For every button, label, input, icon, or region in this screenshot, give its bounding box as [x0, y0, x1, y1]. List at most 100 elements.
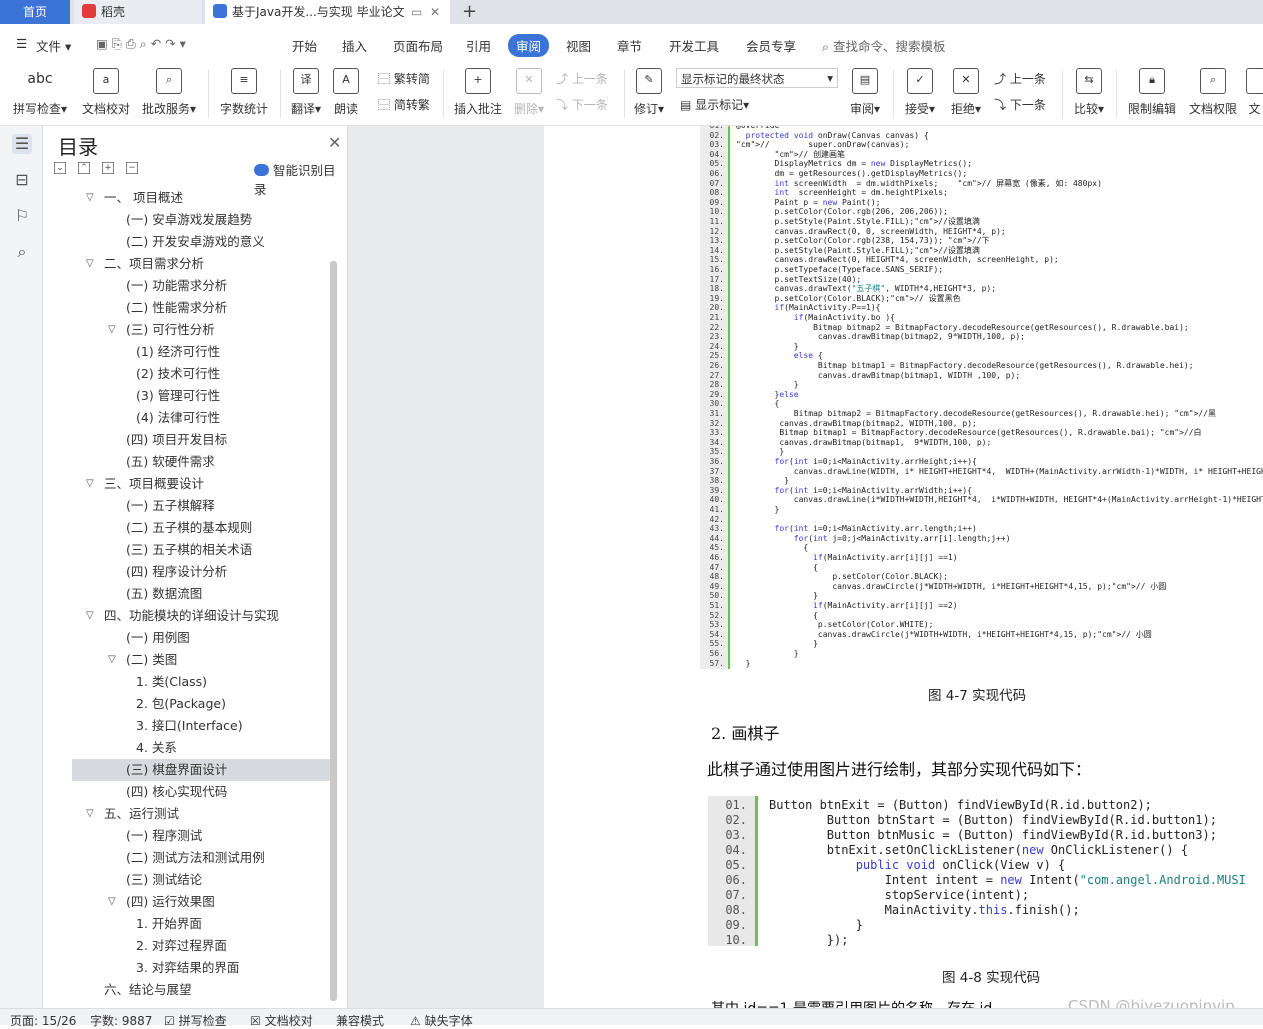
toc-item[interactable]: (五) 软硬件需求 [72, 451, 332, 473]
toc-item[interactable]: (一) 五子棋解释 [72, 495, 332, 517]
chevron-down-icon[interactable]: ▽ [108, 649, 116, 671]
restrict-editing-button[interactable]: 🔒︎ 限制编辑 [1124, 68, 1180, 117]
menu-view[interactable]: 视图 [566, 36, 591, 55]
word-count[interactable]: 字数: 9887 [90, 1012, 152, 1029]
chevron-down-icon[interactable]: ▽ [108, 891, 116, 913]
track-changes-button[interactable]: ✎ 修订▾ [630, 68, 668, 117]
chevron-down-icon[interactable]: ▽ [86, 187, 94, 209]
read-aloud-button[interactable]: A 朗读 [330, 68, 362, 117]
menu-chapter[interactable]: 章节 [617, 36, 642, 55]
toc-item[interactable]: (三) 测试结论 [72, 869, 332, 891]
prev-comment-button[interactable]: ⤴ 上一条 [556, 70, 608, 87]
document-permission-button[interactable]: ⌕ 文档权限 [1186, 68, 1240, 117]
toc-item[interactable]: 1. 类(Class) [72, 671, 332, 693]
menu-devtools[interactable]: 开发工具 [669, 36, 719, 55]
menu-references[interactable]: 引用 [466, 36, 491, 55]
toc-item[interactable]: 2. 对弈过程界面 [72, 935, 332, 957]
chevron-down-icon[interactable]: ▽ [108, 319, 116, 341]
prev-change-button[interactable]: ⤴ 上一条 [994, 70, 1046, 87]
toc-item[interactable]: ▽ (三) 可行性分析 [72, 319, 332, 341]
toc-item[interactable]: (四) 程序设计分析 [72, 561, 332, 583]
toc-item[interactable]: (一) 用例图 [72, 627, 332, 649]
toc-item[interactable]: (四) 项目开发目标 [72, 429, 332, 451]
spell-check-status[interactable]: ☑ 拼写检查 [164, 1012, 227, 1029]
proofread-button[interactable]: a 文档校对 [80, 68, 132, 117]
toc-item[interactable]: 3. 接口(Interface) [72, 715, 332, 737]
tab-home[interactable]: 首页 [0, 0, 70, 24]
toc-item[interactable]: 六、结论与展望 [72, 979, 332, 1001]
accept-button[interactable]: ✓ 接受▾ [900, 68, 940, 117]
review-pane-button[interactable]: ▤ 审阅▾ [846, 68, 884, 117]
chevron-down-icon[interactable]: ▽ [86, 253, 94, 275]
toc-item[interactable]: ▽ 二、项目需求分析 [72, 253, 332, 275]
page-indicator[interactable]: 页面: 15/26 [10, 1012, 76, 1029]
batch-service-button[interactable]: ⌕ 批改服务▾ [140, 68, 198, 117]
toc-item[interactable]: (一) 功能需求分析 [72, 275, 332, 297]
toc-item[interactable]: ▽ (二) 类图 [72, 649, 332, 671]
toc-panel-icon[interactable]: ☰ [12, 134, 32, 154]
proofread-status[interactable]: ☒ 文档校对 [250, 1012, 313, 1029]
toc-item[interactable]: (4) 法律可行性 [72, 407, 332, 429]
document-page[interactable]: 01.02.03.04.05.06.07.08.09.10.11.12.13.1… [544, 126, 1263, 1008]
section-panel-icon[interactable]: ⊟ [12, 170, 32, 190]
trad-to-simp-button[interactable]: ⿱ 繁转简 [378, 70, 430, 87]
toc-item[interactable]: (二) 测试方法和测试用例 [72, 847, 332, 869]
delete-comment-button[interactable]: ✕ 删除▾ [512, 68, 546, 117]
toc-item[interactable]: 4. 关系 [72, 737, 332, 759]
menu-insert[interactable]: 插入 [342, 36, 367, 55]
toc-item[interactable]: 3. 对弈结果的界面 [72, 957, 332, 979]
reject-button[interactable]: ✕ 拒绝▾ [946, 68, 986, 117]
menu-file[interactable]: 文件 ▾ [36, 36, 71, 55]
missing-font-status[interactable]: ⚠ 缺失字体 [410, 1012, 473, 1029]
simp-to-trad-button[interactable]: ⿱ 简转繁 [378, 96, 430, 113]
menu-start[interactable]: 开始 [292, 36, 317, 55]
menu-member[interactable]: 会员专享 [746, 36, 796, 55]
markup-state-select[interactable]: 显示标记的最终状态 ▾ [676, 68, 838, 88]
close-tab-icon[interactable]: ✕ [430, 0, 440, 24]
toc-item[interactable]: (1) 经济可行性 [72, 341, 332, 363]
toc-item[interactable]: (二) 性能需求分析 [72, 297, 332, 319]
toc-item[interactable]: (二) 五子棋的基本规则 [72, 517, 332, 539]
toc-item[interactable]: 2. 包(Package) [72, 693, 332, 715]
chevron-down-icon[interactable]: ▽ [86, 803, 94, 825]
show-markup-button[interactable]: ▤ 显示标记▾ [680, 96, 749, 113]
toc-item[interactable]: (2) 技术可行性 [72, 363, 332, 385]
close-icon[interactable]: ✕ [328, 133, 341, 152]
chevron-down-icon[interactable]: ▽ [86, 605, 94, 627]
command-search[interactable]: ⌕ 查找命令、搜索模板 [822, 36, 946, 55]
toc-item[interactable]: (一) 程序测试 [72, 825, 332, 847]
toc-item[interactable]: (三) 五子棋的相关术语 [72, 539, 332, 561]
toc-item[interactable]: ▽ (四) 运行效果图 [72, 891, 332, 913]
toc-item[interactable]: (四) 核心实现代码 [72, 781, 332, 803]
new-tab-icon[interactable]: + [462, 1, 477, 22]
bookmark-icon[interactable]: ⚐ [12, 206, 32, 226]
compare-button[interactable]: ⇆ 比较▾ [1070, 68, 1108, 117]
toc-item[interactable]: ▽ 五、运行测试 [72, 803, 332, 825]
toc-item[interactable]: (五) 数据流图 [72, 583, 332, 605]
expand-all-icon[interactable]: ⌄ [54, 162, 66, 174]
add-heading-icon[interactable]: + [102, 162, 114, 174]
toc-item[interactable]: (3) 管理可行性 [72, 385, 332, 407]
insert-comment-button[interactable]: + 插入批注 [452, 68, 504, 117]
tab-docer[interactable]: 稻壳 [74, 0, 202, 24]
toc-item[interactable]: ▽ 一、 项目概述 [72, 187, 332, 209]
next-comment-button[interactable]: ⤵ 下一条 [556, 96, 608, 113]
window-icon[interactable]: ▭ [411, 0, 422, 24]
toc-item[interactable]: (一) 安卓游戏发展趋势 [72, 209, 332, 231]
quick-access-icons[interactable]: ▣ ⎘ ⎙ ⌕ ↶ ↷ ▾ [96, 36, 186, 52]
next-change-button[interactable]: ⤵ 下一条 [994, 96, 1046, 113]
menu-review[interactable]: 审阅 [508, 34, 550, 57]
spell-check-button[interactable]: abc 拼写检查▾ [12, 68, 68, 117]
menu-layout[interactable]: 页面布局 [393, 36, 443, 55]
toc-scrollbar[interactable] [330, 261, 337, 1001]
toc-item[interactable]: ▽ 四、功能模块的详细设计与实现 [72, 605, 332, 627]
toc-item[interactable]: (二) 开发安卓游戏的意义 [72, 231, 332, 253]
toc-item[interactable]: (三) 棋盘界面设计 [72, 759, 332, 781]
chevron-down-icon[interactable]: ▽ [86, 473, 94, 495]
search-icon[interactable]: ⌕ [12, 242, 32, 262]
translate-button[interactable]: 译翻译▾ [286, 68, 326, 117]
toc-item[interactable]: 1. 开始界面 [72, 913, 332, 935]
collapse-all-icon[interactable]: ⌃ [78, 162, 90, 174]
tab-document[interactable]: 基于Java开发...与实现 毕业论文 ▭ ✕ [205, 0, 450, 24]
toc-item[interactable]: ▽ 三、项目概要设计 [72, 473, 332, 495]
